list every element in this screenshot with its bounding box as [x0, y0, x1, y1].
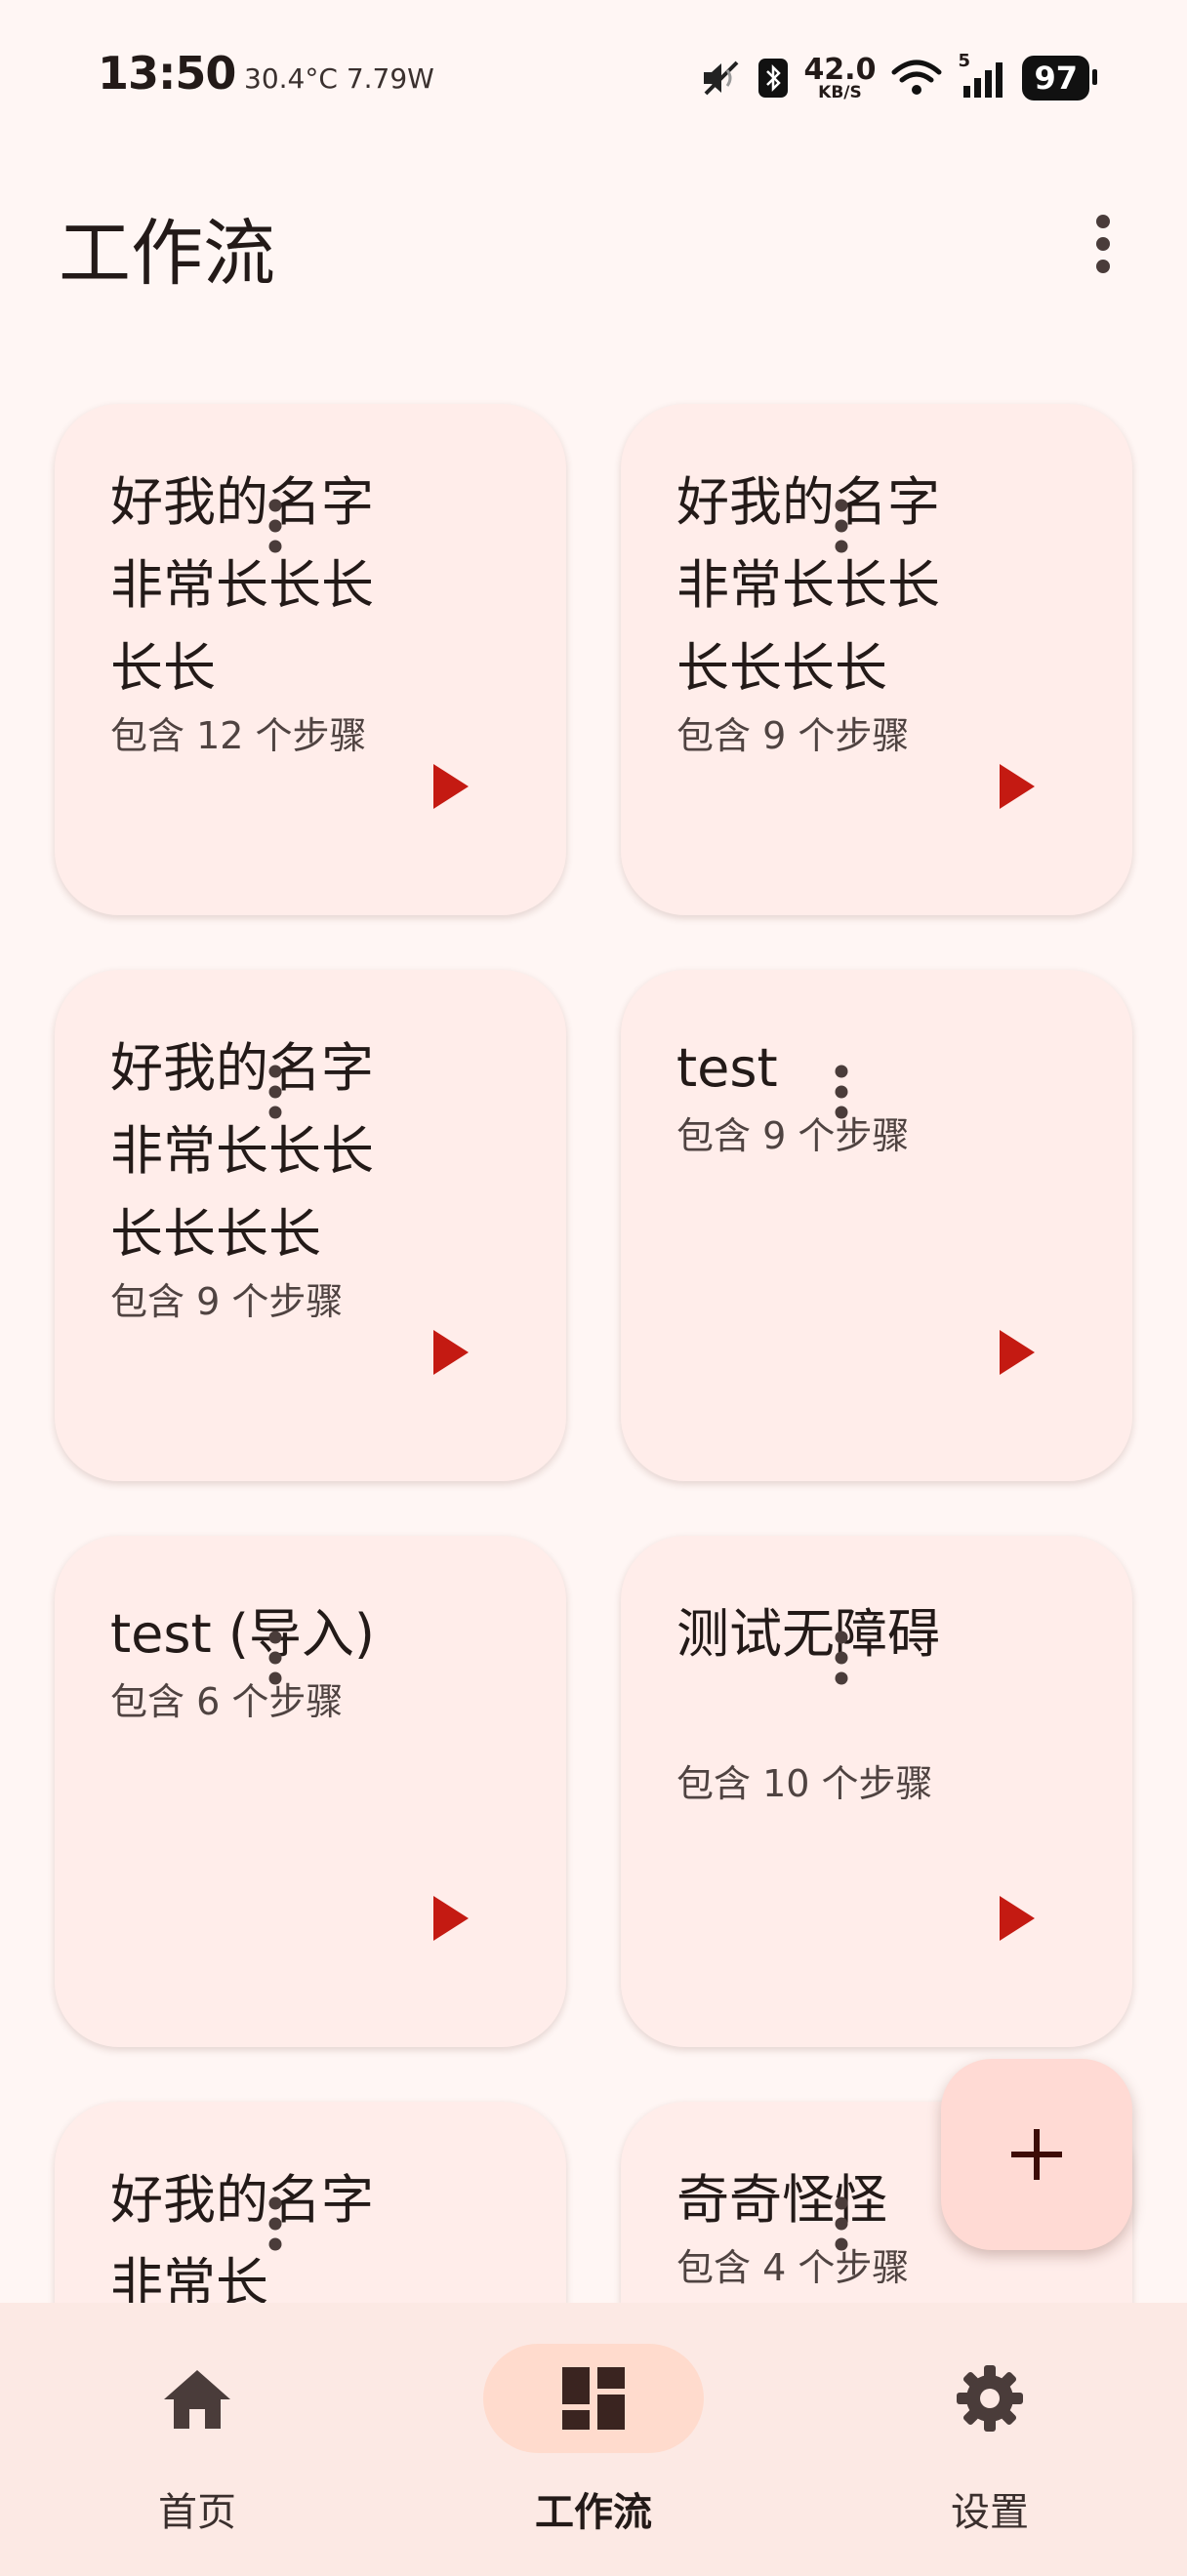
workflow-more-button[interactable] — [254, 1048, 297, 1136]
nav-label: 设置 — [951, 2490, 1029, 2535]
run-workflow-button[interactable] — [412, 1879, 490, 1957]
signal-label: 5 — [958, 51, 970, 71]
status-bar: 13:50 30.4°C 7.79W 42.0 KB/S 5 97 — [0, 0, 1187, 156]
workflow-card[interactable]: test (导入) 包含 6 个步骤 — [55, 1536, 566, 2047]
more-vert-icon — [835, 1065, 848, 1119]
workflow-title: 好我的名字非常长 — [110, 2169, 374, 2314]
workflow-card[interactable]: 测试无障碍 包含 10 个步骤 — [621, 1536, 1132, 2047]
workflow-step-count: 包含 9 个步骤 — [676, 714, 910, 757]
workflow-card[interactable]: test 包含 9 个步骤 — [621, 970, 1132, 1481]
play-icon — [433, 1896, 469, 1941]
run-workflow-button[interactable] — [978, 1879, 1056, 1957]
more-vert-icon — [1096, 215, 1110, 273]
nav-item-settings[interactable]: 设置 — [843, 2303, 1136, 2576]
workflow-more-button[interactable] — [820, 2180, 863, 2268]
workflow-title: 好我的名字非常长长长长长 — [110, 471, 374, 699]
screen: 13:50 30.4°C 7.79W 42.0 KB/S 5 97 工作流 好我… — [0, 0, 1187, 2576]
nav-indicator — [880, 2344, 1100, 2453]
workflow-title: 奇奇怪怪 — [676, 2169, 887, 2231]
cell-signal: 5 — [958, 51, 1006, 100]
bottom-navigation: 首页 工作流 设置 — [0, 2303, 1187, 2576]
nav-label: 首页 — [158, 2490, 236, 2535]
more-vert-icon — [835, 2196, 848, 2251]
play-icon — [1000, 764, 1035, 809]
workflow-more-button[interactable] — [820, 1614, 863, 1702]
run-workflow-button[interactable] — [978, 1313, 1056, 1391]
play-icon — [433, 1330, 469, 1375]
workflow-step-count: 包含 10 个步骤 — [676, 1762, 933, 1805]
workflow-title: 测试无障碍 — [676, 1603, 940, 1665]
wifi-icon — [891, 60, 942, 95]
run-workflow-button[interactable] — [978, 747, 1056, 825]
status-icons: 42.0 KB/S 5 97 — [700, 49, 1097, 107]
run-workflow-button[interactable] — [412, 747, 490, 825]
more-vert-icon — [268, 499, 282, 553]
net-speed-unit: KB/S — [818, 82, 862, 102]
play-icon — [1000, 1330, 1035, 1375]
workflow-more-button[interactable] — [254, 2180, 297, 2268]
workflow-more-button[interactable] — [254, 482, 297, 570]
nav-label: 工作流 — [535, 2490, 652, 2535]
nav-indicator — [87, 2344, 307, 2453]
workflow-title: test — [676, 1037, 778, 1099]
workflow-title: 好我的名字非常长长长长长长长 — [110, 1037, 374, 1265]
add-workflow-button[interactable] — [941, 2059, 1132, 2250]
add-icon — [1011, 2129, 1062, 2180]
mute-icon — [704, 60, 739, 96]
workflow-more-button[interactable] — [820, 482, 863, 570]
status-time: 13:50 — [98, 47, 236, 100]
workflow-more-button[interactable] — [254, 1614, 297, 1702]
more-options-button[interactable] — [1074, 205, 1132, 283]
dashboard-icon — [562, 2367, 625, 2430]
more-vert-icon — [268, 2196, 282, 2251]
workflow-step-count: 包含 9 个步骤 — [110, 1280, 344, 1323]
page-title: 工作流 — [59, 212, 275, 296]
workflow-card[interactable]: 好我的名字非常长长长长长 包含 12 个步骤 — [55, 404, 566, 915]
battery-indicator: 97 — [1022, 56, 1097, 101]
workflow-card[interactable]: 好我的名字非常长长长长长长长 包含 9 个步骤 — [621, 404, 1132, 915]
gear-icon — [957, 2365, 1023, 2432]
workflow-title: test (导入) — [110, 1603, 376, 1665]
nav-item-home[interactable]: 首页 — [51, 2303, 344, 2576]
more-vert-icon — [268, 1065, 282, 1119]
play-icon — [433, 764, 469, 809]
status-readout: 30.4°C 7.79W — [244, 62, 434, 95]
home-icon — [164, 2370, 230, 2429]
more-vert-icon — [835, 499, 848, 553]
more-vert-icon — [835, 1630, 848, 1685]
network-speed: 42.0 KB/S — [803, 52, 877, 102]
play-icon — [1000, 1896, 1035, 1941]
run-workflow-button[interactable] — [412, 1313, 490, 1391]
workflow-more-button[interactable] — [820, 1048, 863, 1136]
power-readout: 7.79W — [346, 62, 434, 95]
bluetooth-icon — [758, 59, 789, 98]
workflow-title: 好我的名字非常长长长长长长长 — [676, 471, 940, 699]
temperature-readout: 30.4°C — [244, 62, 338, 95]
net-speed-value: 42.0 — [803, 52, 877, 87]
nav-item-workflows[interactable]: 工作流 — [447, 2303, 740, 2576]
workflow-step-count: 包含 12 个步骤 — [110, 714, 367, 757]
workflow-card[interactable]: 好我的名字非常长长长长长长长 包含 9 个步骤 — [55, 970, 566, 1481]
more-vert-icon — [268, 1630, 282, 1685]
nav-active-indicator — [483, 2344, 704, 2453]
